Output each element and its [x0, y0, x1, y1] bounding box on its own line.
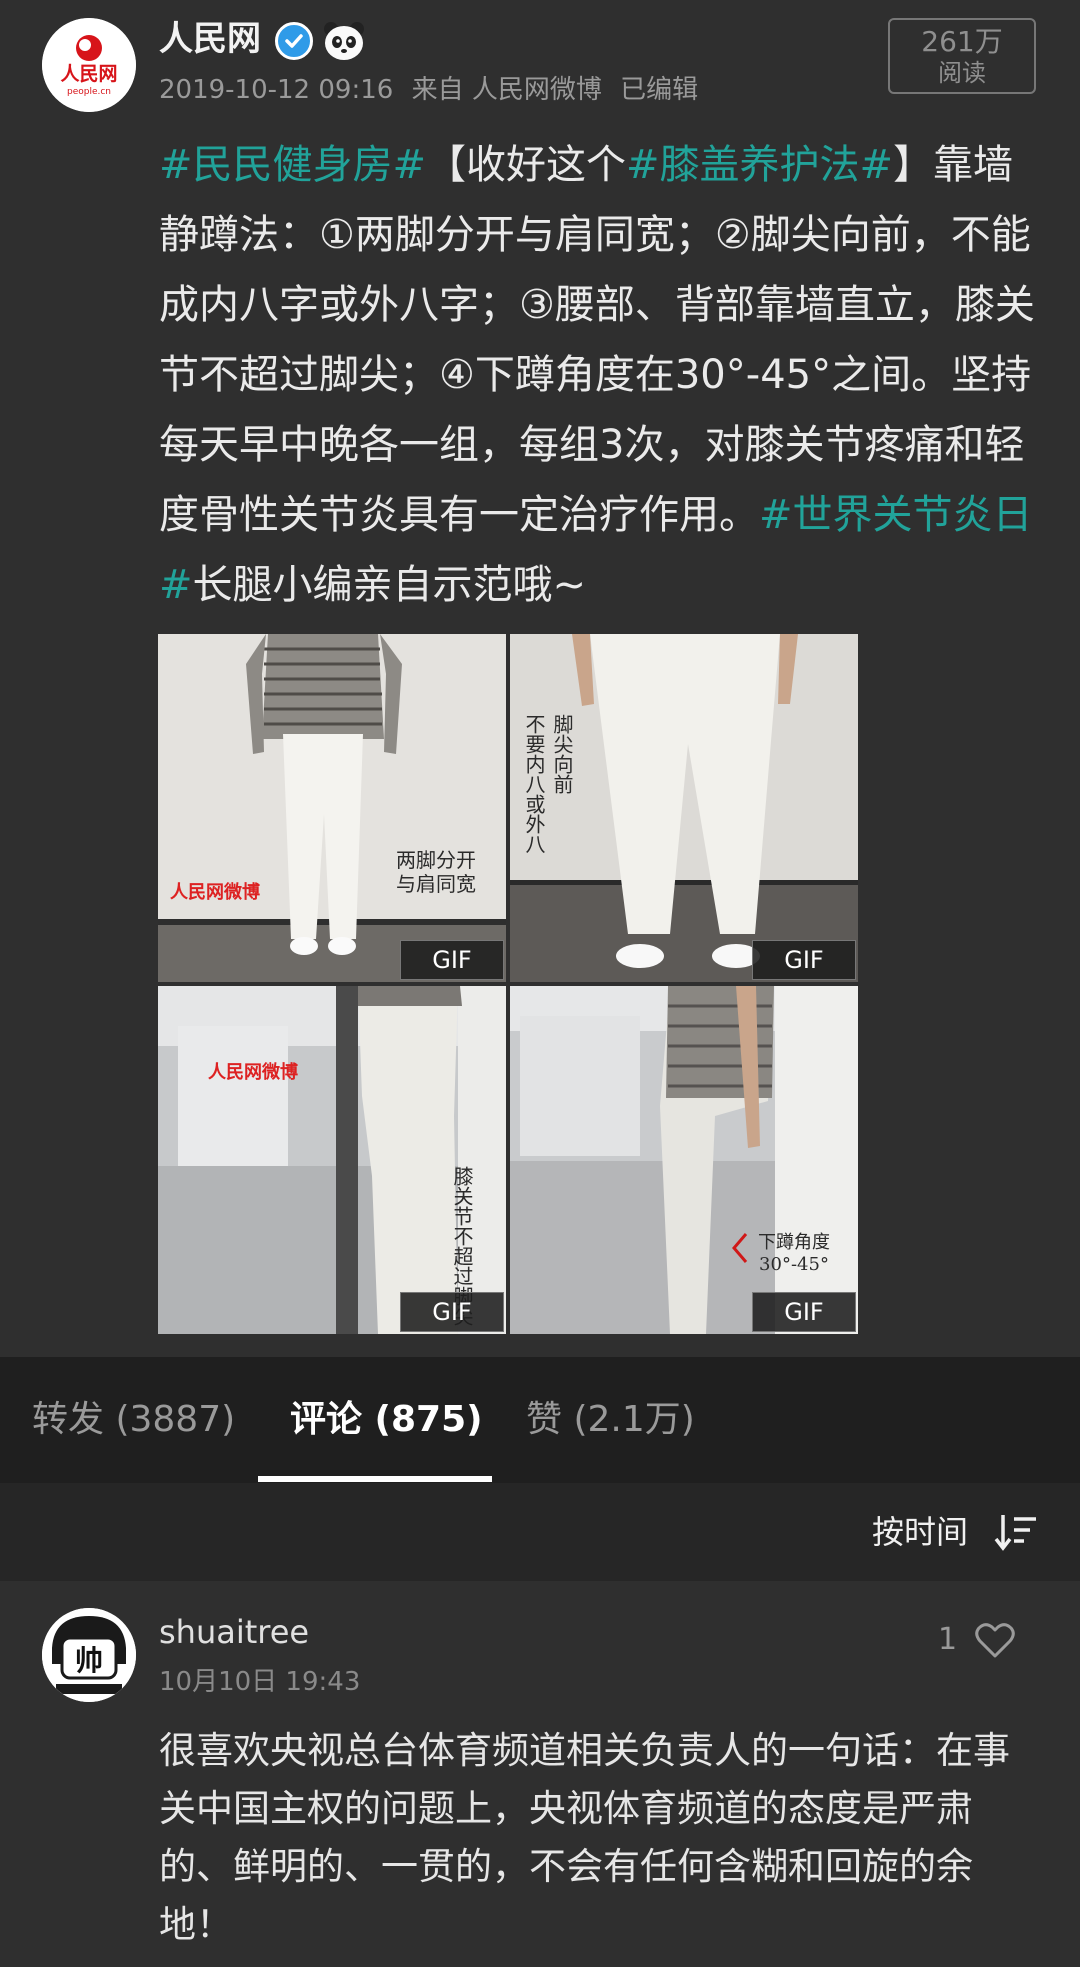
- heart-icon[interactable]: [974, 1620, 1016, 1660]
- photo-squat-angle-icon: [510, 986, 858, 1334]
- read-count-badge: 261万 阅读: [888, 18, 1036, 94]
- post-text-segment: 长腿小编亲自示范哦~: [192, 562, 587, 608]
- comment-avatar[interactable]: 帅: [42, 1608, 136, 1702]
- post-text-segment: 】靠墙静蹲法：①两脚分开与肩同宽；②脚尖向前，不能成内八字或外八字；③腰部、背部…: [159, 142, 1035, 538]
- image-caption: 两脚分开 与肩同宽: [396, 848, 476, 896]
- image-caption-line: 不要内八或外八: [522, 714, 546, 854]
- svg-text:帅: 帅: [75, 1644, 103, 1677]
- post-image-2[interactable]: 脚尖向前 不要内八或外八 GIF: [510, 634, 858, 982]
- photo-standing-front-icon: [158, 634, 506, 982]
- gif-badge: GIF: [752, 940, 856, 980]
- gif-badge: GIF: [400, 940, 504, 980]
- user-avatar-icon: 帅: [42, 1608, 136, 1702]
- image-caption-line: 30°-45°: [759, 1254, 829, 1275]
- image-caption: 下蹲角度 30°-45°: [758, 1232, 830, 1276]
- sort-order-icon[interactable]: [994, 1511, 1038, 1553]
- image-watermark: 人民网微博: [208, 1062, 298, 1083]
- hashtag-link[interactable]: #民民健身房#: [159, 142, 426, 188]
- sort-row: 按时间: [0, 1483, 1080, 1581]
- tab-bar: 转发 (3887) 评论 (875) 赞 (2.1万): [0, 1357, 1080, 1483]
- gif-badge: GIF: [752, 1292, 856, 1332]
- post-body: #民民健身房#【收好这个#膝盖养护法#】靠墙静蹲法：①两脚分开与肩同宽；②脚尖向…: [159, 130, 1039, 620]
- post-timestamp: 2019-10-12 09:16: [159, 75, 394, 105]
- author-name[interactable]: 人民网: [159, 16, 261, 62]
- tab-reposts[interactable]: 转发 (3887): [32, 1357, 235, 1483]
- post-image-3[interactable]: 人民网微博 膝关节不超过脚尖 GIF: [158, 986, 506, 1334]
- image-grid: 人民网微博 两脚分开 与肩同宽 GIF 脚尖向前 不要内八或外八 GIF 人民网…: [158, 634, 858, 1334]
- gif-badge: GIF: [400, 1292, 504, 1332]
- image-caption-line: 两脚分开: [396, 848, 476, 872]
- tab-comments[interactable]: 评论 (875): [290, 1357, 483, 1483]
- sort-by-time-button[interactable]: 按时间: [872, 1483, 968, 1581]
- verified-icon: [275, 22, 313, 60]
- tab-likes[interactable]: 赞 (2.1万): [526, 1357, 695, 1483]
- hashtag-link[interactable]: #膝盖养护法#: [626, 142, 893, 188]
- active-tab-indicator: [258, 1476, 492, 1482]
- comment-username[interactable]: shuaitree: [159, 1610, 309, 1654]
- post-meta: 2019-10-12 09:16 来自 人民网微博 已编辑: [159, 72, 708, 108]
- comment-timestamp: 10月10日 19:43: [159, 1667, 361, 1697]
- svg-text:人民网: 人民网: [60, 63, 117, 85]
- post-text-segment: 【收好这个: [426, 142, 627, 188]
- post-edited-label[interactable]: 已编辑: [620, 75, 698, 105]
- comment-text: 很喜欢央视总台体育频道相关负责人的一句话：在事关中国主权的问题上，央视体育频道的…: [159, 1729, 1010, 1946]
- people-daily-logo-icon: 人民网 people.cn: [42, 18, 136, 112]
- image-caption-line: 与肩同宽: [396, 872, 476, 896]
- read-count-label: 阅读: [938, 59, 986, 87]
- post-image-4[interactable]: 下蹲角度 30°-45° GIF: [510, 986, 858, 1334]
- image-caption: 脚尖向前 不要内八或外八: [522, 714, 574, 854]
- comment-like-count: 1: [938, 1622, 958, 1657]
- image-caption-line: 下蹲角度: [758, 1232, 830, 1253]
- post-source[interactable]: 来自 人民网微博: [412, 75, 602, 105]
- panda-icon: [324, 22, 364, 60]
- svg-text:people.cn: people.cn: [67, 87, 111, 97]
- image-caption-line: 脚尖向前: [550, 714, 574, 794]
- read-count: 261万: [921, 25, 1003, 58]
- image-watermark: 人民网微博: [170, 882, 260, 903]
- post-image-1[interactable]: 人民网微博 两脚分开 与肩同宽 GIF: [158, 634, 506, 982]
- author-avatar[interactable]: 人民网 people.cn: [42, 18, 136, 112]
